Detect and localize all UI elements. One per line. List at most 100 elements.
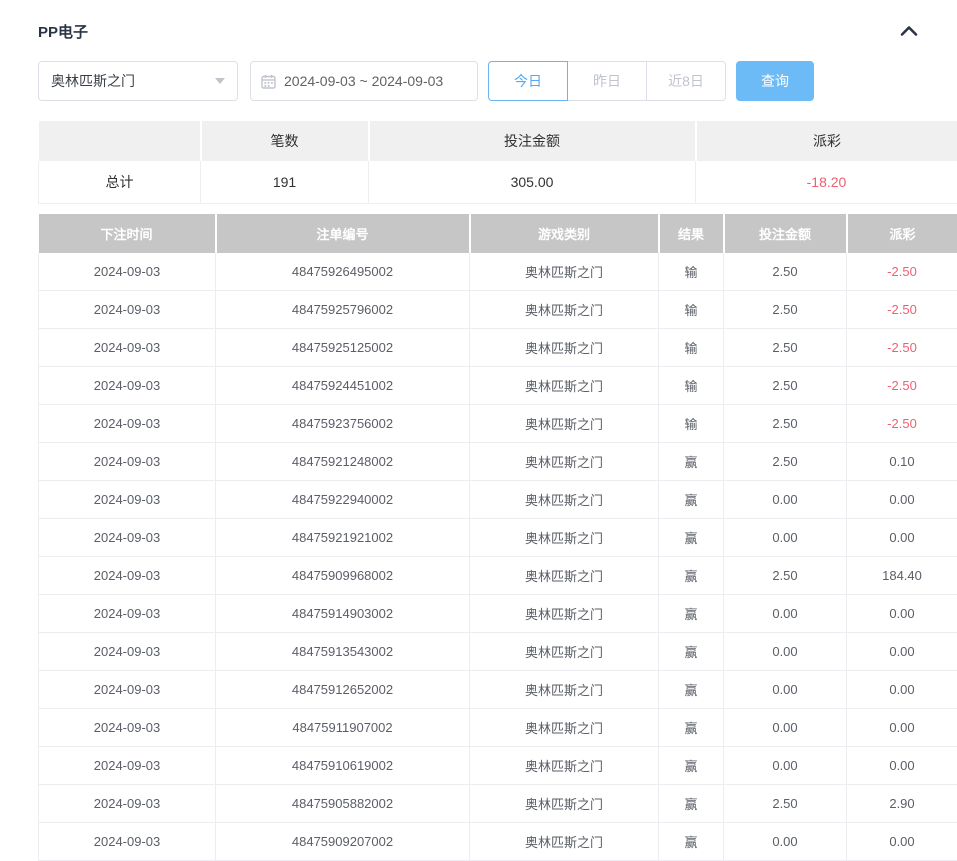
pp-games-panel: PP电子 奥林匹斯之门 2024-09-03 ~ 20 [0, 0, 957, 861]
cell-payout: -2.50 [847, 329, 957, 367]
cell-order-no: 48475921921002 [216, 519, 470, 557]
cell-game: 奥林匹斯之门 [470, 253, 659, 291]
table-row: 2024-09-0348475909207002奥林匹斯之门赢0.000.00 [39, 823, 957, 861]
col-bet-amount: 投注金额 [724, 214, 847, 253]
cell-payout: -2.50 [847, 291, 957, 329]
cell-date: 2024-09-03 [39, 405, 216, 443]
cell-date: 2024-09-03 [39, 443, 216, 481]
cell-order-no: 48475925796002 [216, 291, 470, 329]
cell-bet: 0.00 [724, 709, 847, 747]
summary-col-blank [39, 121, 201, 161]
table-row: 2024-09-0348475910619002奥林匹斯之门赢0.000.00 [39, 747, 957, 785]
cell-game: 奥林匹斯之门 [470, 481, 659, 519]
cell-bet: 2.50 [724, 253, 847, 291]
game-select-value: 奥林匹斯之门 [51, 71, 135, 91]
cell-result: 输 [659, 329, 724, 367]
quick-date-button-1[interactable]: 昨日 [567, 61, 647, 101]
cell-game: 奥林匹斯之门 [470, 443, 659, 481]
cell-game: 奥林匹斯之门 [470, 557, 659, 595]
summary-table: 笔数 投注金额 派彩 总计 191 305.00 -18.20 [38, 121, 957, 204]
summary-total-bet: 305.00 [369, 161, 696, 203]
table-row: 2024-09-0348475913543002奥林匹斯之门赢0.000.00 [39, 633, 957, 671]
cell-result: 输 [659, 253, 724, 291]
caret-down-icon [215, 78, 225, 84]
table-header-row: 下注时间 注单编号 游戏类别 结果 投注金额 派彩 [39, 214, 957, 253]
calendar-icon [261, 74, 276, 89]
cell-result: 赢 [659, 747, 724, 785]
cell-game: 奥林匹斯之门 [470, 747, 659, 785]
date-range-input[interactable]: 2024-09-03 ~ 2024-09-03 [250, 61, 478, 101]
cell-bet: 0.00 [724, 519, 847, 557]
cell-result: 赢 [659, 823, 724, 861]
summary-total-row: 总计 191 305.00 -18.20 [39, 161, 957, 203]
cell-date: 2024-09-03 [39, 785, 216, 823]
cell-result: 赢 [659, 443, 724, 481]
cell-order-no: 48475914903002 [216, 595, 470, 633]
cell-game: 奥林匹斯之门 [470, 595, 659, 633]
cell-payout: 0.00 [847, 519, 957, 557]
cell-bet: 2.50 [724, 405, 847, 443]
cell-order-no: 48475909207002 [216, 823, 470, 861]
summary-col-count: 笔数 [201, 121, 369, 161]
cell-date: 2024-09-03 [39, 747, 216, 785]
cell-game: 奥林匹斯之门 [470, 405, 659, 443]
cell-game: 奥林匹斯之门 [470, 329, 659, 367]
cell-payout: 0.00 [847, 633, 957, 671]
table-row: 2024-09-0348475911907002奥林匹斯之门赢0.000.00 [39, 709, 957, 747]
cell-result: 赢 [659, 557, 724, 595]
cell-date: 2024-09-03 [39, 519, 216, 557]
cell-order-no: 48475922940002 [216, 481, 470, 519]
cell-payout: -2.50 [847, 405, 957, 443]
cell-payout: 0.00 [847, 747, 957, 785]
cell-date: 2024-09-03 [39, 329, 216, 367]
cell-order-no: 48475921248002 [216, 443, 470, 481]
cell-game: 奥林匹斯之门 [470, 709, 659, 747]
col-payout: 派彩 [847, 214, 957, 253]
cell-payout: 0.00 [847, 823, 957, 861]
cell-result: 赢 [659, 481, 724, 519]
cell-payout: -2.50 [847, 253, 957, 291]
quick-date-buttons: 今日昨日近8日 [488, 61, 726, 101]
cell-bet: 2.50 [724, 291, 847, 329]
table-row: 2024-09-0348475926495002奥林匹斯之门输2.50-2.50 [39, 253, 957, 291]
cell-date: 2024-09-03 [39, 595, 216, 633]
quick-date-button-2[interactable]: 近8日 [646, 61, 726, 101]
cell-bet: 2.50 [724, 367, 847, 405]
cell-order-no: 48475909968002 [216, 557, 470, 595]
panel-header: PP电子 [38, 22, 919, 40]
table-row: 2024-09-0348475922940002奥林匹斯之门赢0.000.00 [39, 481, 957, 519]
cell-result: 赢 [659, 671, 724, 709]
cell-payout: -2.50 [847, 367, 957, 405]
collapse-button[interactable] [899, 21, 919, 41]
cell-result: 赢 [659, 595, 724, 633]
cell-date: 2024-09-03 [39, 367, 216, 405]
summary-col-bet: 投注金额 [369, 121, 696, 161]
summary-header-row: 笔数 投注金额 派彩 [39, 121, 957, 161]
cell-date: 2024-09-03 [39, 709, 216, 747]
cell-bet: 0.00 [724, 747, 847, 785]
table-row: 2024-09-0348475914903002奥林匹斯之门赢0.000.00 [39, 595, 957, 633]
summary-total-payout: -18.20 [696, 161, 957, 203]
cell-bet: 2.50 [724, 329, 847, 367]
table-body: 2024-09-0348475926495002奥林匹斯之门输2.50-2.50… [39, 253, 957, 861]
bet-records-table: 下注时间 注单编号 游戏类别 结果 投注金额 派彩 2024-09-034847… [38, 214, 957, 861]
search-button[interactable]: 查询 [736, 61, 814, 101]
cell-date: 2024-09-03 [39, 557, 216, 595]
quick-date-button-0[interactable]: 今日 [488, 61, 568, 101]
cell-bet: 2.50 [724, 443, 847, 481]
cell-bet: 2.50 [724, 557, 847, 595]
table-row: 2024-09-0348475925796002奥林匹斯之门输2.50-2.50 [39, 291, 957, 329]
cell-payout: 0.10 [847, 443, 957, 481]
cell-date: 2024-09-03 [39, 823, 216, 861]
col-order-no: 注单编号 [216, 214, 470, 253]
cell-payout: 0.00 [847, 671, 957, 709]
cell-game: 奥林匹斯之门 [470, 785, 659, 823]
cell-game: 奥林匹斯之门 [470, 633, 659, 671]
cell-result: 赢 [659, 519, 724, 557]
table-row: 2024-09-0348475924451002奥林匹斯之门输2.50-2.50 [39, 367, 957, 405]
game-select[interactable]: 奥林匹斯之门 [38, 61, 238, 101]
summary-total-count: 191 [201, 161, 369, 203]
cell-bet: 0.00 [724, 595, 847, 633]
col-game-type: 游戏类别 [470, 214, 659, 253]
cell-result: 输 [659, 405, 724, 443]
